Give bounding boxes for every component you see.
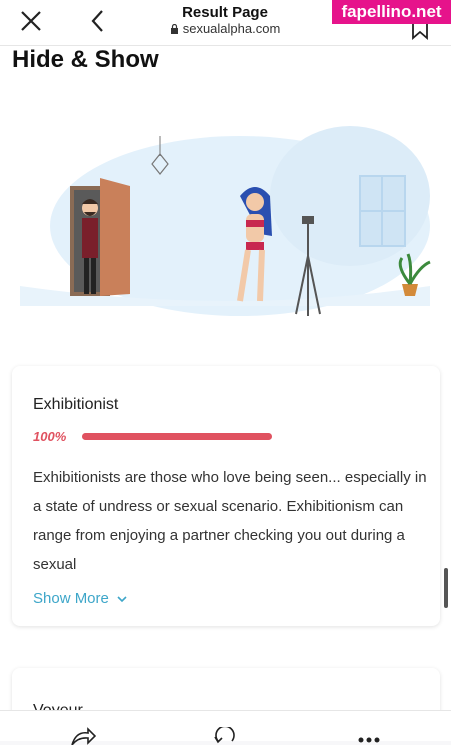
share-icon[interactable]: [70, 727, 96, 745]
result-description: Exhibitionists are those who love being …: [33, 469, 427, 573]
result-name: Exhibitionist: [33, 396, 119, 413]
chevron-left-icon: [91, 10, 103, 32]
result-name: Voyeur: [33, 702, 83, 710]
page-content: Hide & Show Exhibitionist 100% Exhibitio…: [0, 46, 451, 710]
url-text: sexualalpha.com: [182, 21, 281, 36]
bottom-toolbar: [0, 710, 451, 745]
close-icon: [21, 11, 41, 31]
address-area[interactable]: Result Page sexualalpha.com: [150, 4, 300, 37]
scrollbar-thumb[interactable]: [444, 568, 448, 608]
result-percent: 100%: [33, 429, 67, 444]
result-progress-fill: [82, 433, 272, 440]
result-card-exhibitionist: Exhibitionist 100% Exhibitionists are th…: [12, 366, 440, 626]
show-more-button[interactable]: Show More: [33, 590, 127, 607]
section-heading: Hide & Show: [12, 46, 159, 73]
more-icon[interactable]: [358, 737, 380, 743]
lock-icon: [170, 24, 178, 34]
browser-bar: Result Page sexualalpha.com fapellino.ne…: [0, 0, 451, 46]
result-card-voyeur: Voyeur: [12, 668, 440, 710]
back-button[interactable]: [86, 8, 112, 34]
watermark: fapellino.net: [332, 0, 451, 24]
hero-illustration: [20, 126, 431, 316]
refresh-icon[interactable]: [212, 727, 238, 745]
page-title: Result Page: [182, 4, 268, 21]
result-progress-track: [82, 433, 272, 440]
close-button[interactable]: [18, 8, 44, 34]
show-more-label: Show More: [33, 590, 109, 607]
chevron-down-icon: [117, 595, 127, 602]
